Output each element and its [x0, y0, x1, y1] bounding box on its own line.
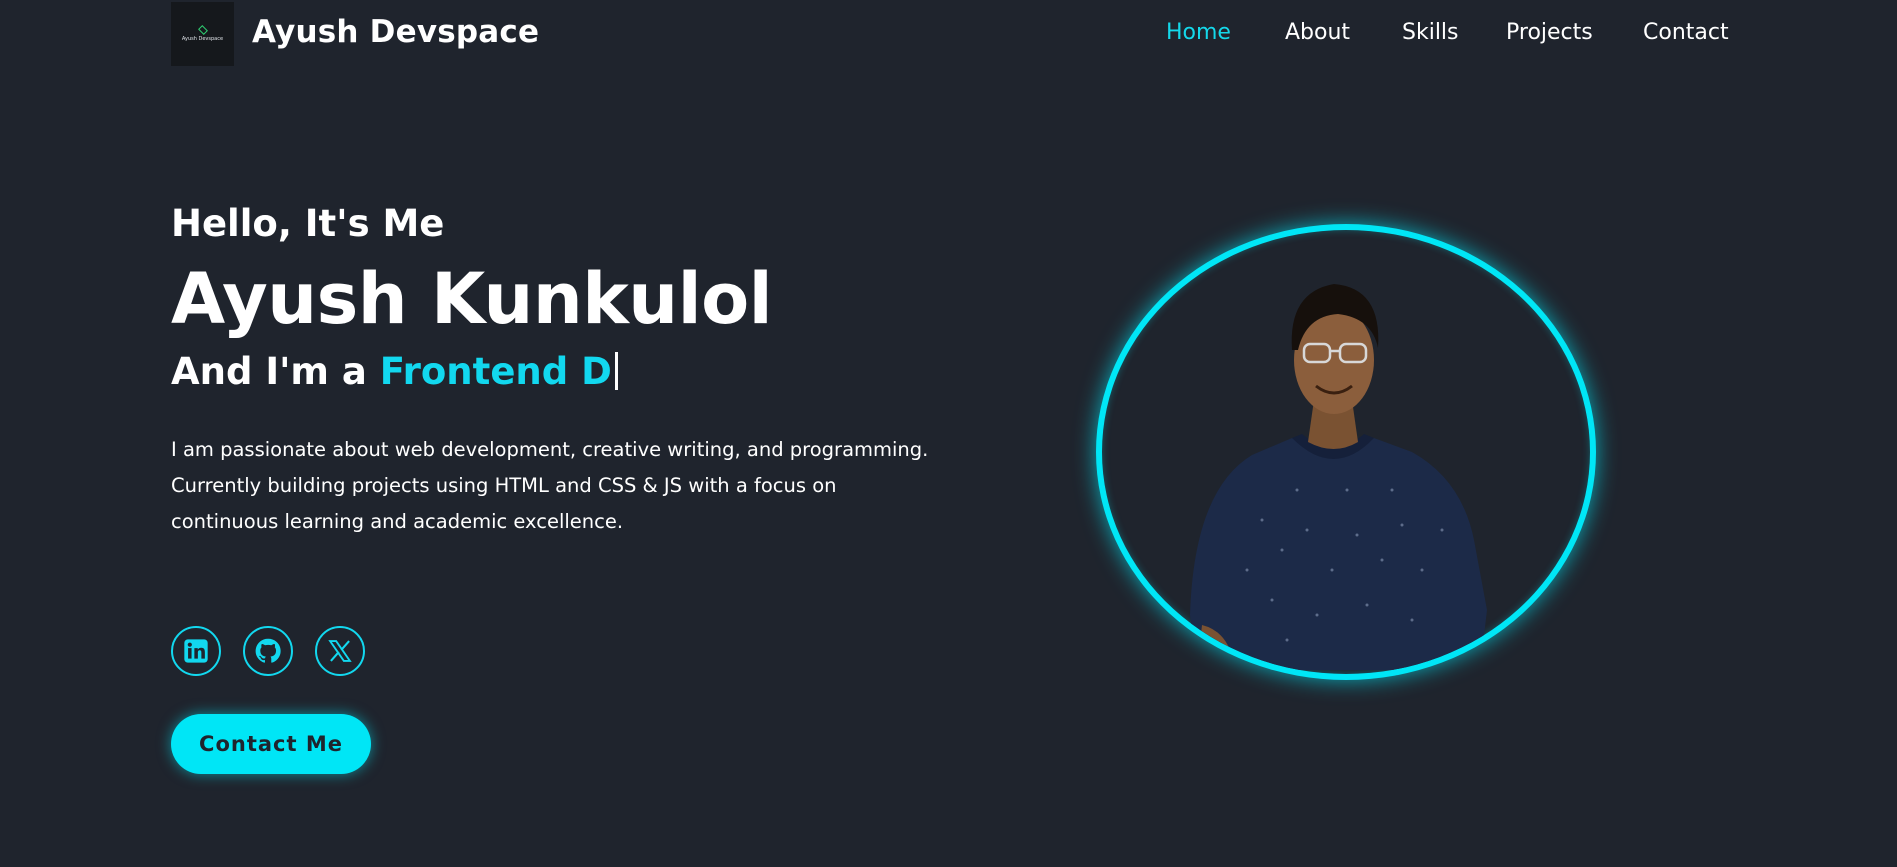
hero-description: I am passionate about web development, c…	[171, 438, 929, 533]
role-line: And I'm a Frontend D	[171, 350, 618, 393]
logo-mark-icon	[197, 24, 208, 35]
role-typed-text: Frontend D	[379, 350, 612, 393]
github-icon	[255, 638, 281, 663]
nav-about[interactable]: About	[1285, 20, 1350, 45]
nav-skills[interactable]: Skills	[1402, 20, 1459, 45]
brand-name[interactable]: Ayush Devspace	[252, 14, 539, 50]
linkedin-icon	[184, 639, 208, 663]
logo-text: Ayush Devspace	[181, 35, 224, 42]
role-prefix: And I'm a	[171, 350, 367, 393]
github-link[interactable]	[243, 626, 293, 676]
portfolio-page: Ayush Devspace Ayush Devspace Home About…	[0, 0, 1897, 867]
person-illustration	[1190, 284, 1487, 670]
x-icon	[328, 640, 352, 662]
nav-contact[interactable]: Contact	[1643, 20, 1729, 45]
linkedin-link[interactable]	[171, 626, 221, 676]
x-link[interactable]	[315, 626, 365, 676]
greeting: Hello, It's Me	[171, 202, 445, 245]
hero-name: Ayush Kunkulol	[171, 258, 773, 340]
nav-projects[interactable]: Projects	[1506, 20, 1593, 45]
typing-cursor	[614, 352, 618, 390]
logo[interactable]: Ayush Devspace	[171, 2, 234, 66]
nav-home[interactable]: Home	[1166, 20, 1231, 45]
profile-photo	[1096, 224, 1596, 680]
contact-me-button[interactable]: Contact Me	[171, 714, 371, 774]
social-links	[171, 626, 365, 676]
